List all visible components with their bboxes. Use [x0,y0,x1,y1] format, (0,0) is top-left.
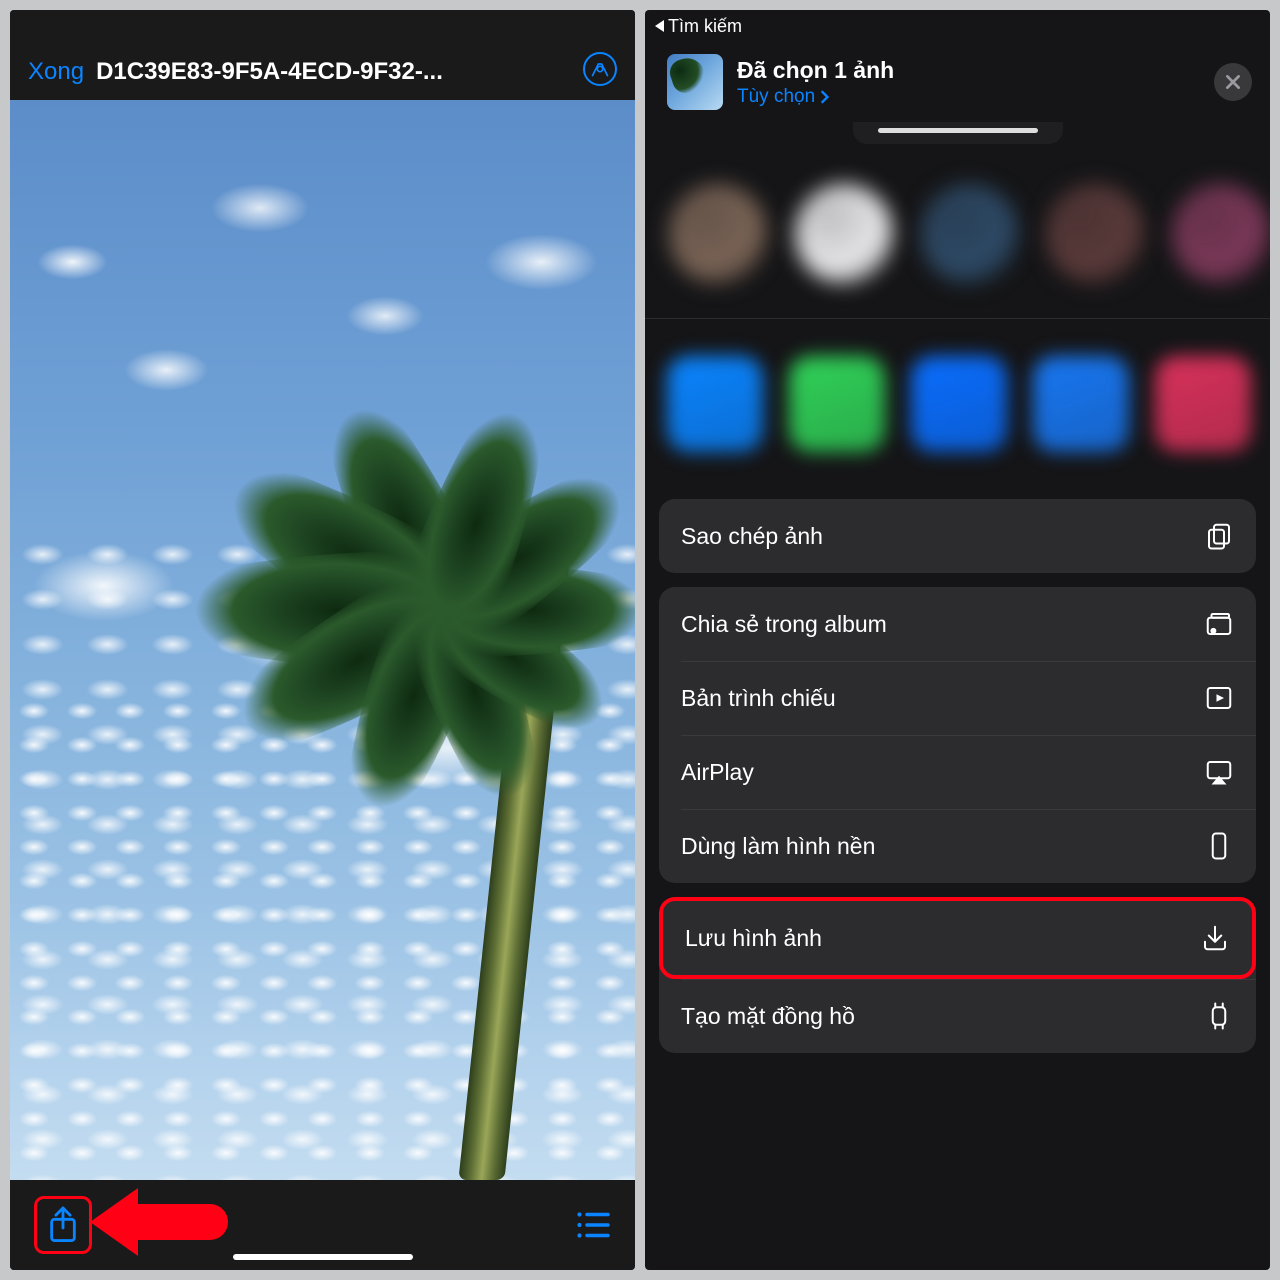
download-icon [1200,923,1230,953]
share-icon [46,1205,80,1245]
palm-fronds [245,360,635,780]
airdrop-contact[interactable] [669,184,767,284]
airdrop-contact[interactable] [795,184,893,284]
chevron-right-icon [819,90,829,104]
play-icon-wrap [1204,683,1234,713]
copy-icon-wrap [1204,521,1234,551]
photo-canvas[interactable] [10,100,635,1180]
share-sheet-pane: Tìm kiếm Đã chọn 1 ảnh Tùy chọn [645,10,1270,1270]
share-app[interactable] [1033,356,1129,452]
list-button[interactable] [575,1210,611,1240]
action-group-2: Chia sẻ trong album Bản trình chiếu AirPla… [659,587,1256,883]
watch-icon [1204,1001,1234,1031]
action-label: Tạo mặt đồng hồ [681,1003,855,1030]
airdrop-contact[interactable] [1172,184,1270,284]
close-icon [1224,73,1242,91]
airdrop-contact[interactable] [921,184,1019,284]
action-album[interactable]: Chia sẻ trong album [659,587,1256,661]
status-back-label: Tìm kiếm [668,16,742,37]
action-group-3: Lưu hình ảnh Tạo mặt đồng hồ [659,897,1256,1053]
shared-album-icon [1204,609,1234,639]
photo-preview-pane: Xong D1C39E83-9F5A-4ECD-9F32-... [10,10,635,1270]
action-label: Bản trình chiếu [681,685,836,712]
markup-icon [590,59,610,79]
preview-header: Xong D1C39E83-9F5A-4ECD-9F32-... [10,10,635,100]
share-title: Đã chọn 1 ảnh [737,57,1200,84]
action-label: Chia sẻ trong album [681,611,887,638]
phone-icon-wrap [1204,831,1234,861]
status-back[interactable]: Tìm kiếm [645,10,1270,40]
airdrop-contact[interactable] [1046,184,1144,284]
share-app[interactable] [1155,356,1251,452]
share-header: Đã chọn 1 ảnh Tùy chọn [645,40,1270,122]
copy-icon [1204,521,1234,551]
album-icon-wrap [1204,609,1234,639]
options-button[interactable]: Tùy chọn [737,86,1200,108]
action-label: AirPlay [681,759,754,786]
airplay-icon [1204,757,1234,787]
sheet-grabber[interactable] [878,128,1038,133]
file-title: D1C39E83-9F5A-4ECD-9F32-... [96,58,571,86]
watch-icon-wrap [1204,1001,1234,1031]
action-watch[interactable]: Tạo mặt đồng hồ [659,979,1256,1053]
close-button[interactable] [1214,63,1252,101]
done-button[interactable]: Xong [28,58,84,86]
list-icon [575,1210,611,1240]
preview-toolbar [10,1180,635,1270]
share-app[interactable] [667,356,763,452]
actions-menu: Sao chép ảnh Chia sẻ trong album Bản trìn… [645,489,1270,1053]
share-app[interactable] [789,356,885,452]
action-airplay[interactable]: AirPlay [659,735,1256,809]
annotation-arrow [90,1188,228,1256]
markup-button[interactable] [583,52,617,86]
slideshow-icon [1204,683,1234,713]
action-copy[interactable]: Sao chép ảnh [659,499,1256,573]
share-app[interactable] [911,356,1007,452]
action-wallpaper[interactable]: Dùng làm hình nền [659,809,1256,883]
phone-icon [1204,831,1234,861]
back-icon [655,20,664,32]
airplay-icon-wrap [1204,757,1234,787]
sheet-grabber-wrap [853,122,1063,144]
download-icon-wrap [1200,923,1230,953]
action-save[interactable]: Lưu hình ảnh [659,897,1256,979]
action-group-1: Sao chép ảnh [659,499,1256,573]
action-label: Lưu hình ảnh [685,925,822,952]
airdrop-contacts-row[interactable] [645,150,1270,318]
action-slideshow[interactable]: Bản trình chiếu [659,661,1256,735]
share-apps-row[interactable] [645,319,1270,489]
share-thumbnail[interactable] [667,54,723,110]
action-label: Sao chép ảnh [681,523,823,550]
action-label: Dùng làm hình nền [681,833,875,860]
home-indicator[interactable] [233,1254,413,1260]
share-button[interactable] [34,1196,92,1254]
